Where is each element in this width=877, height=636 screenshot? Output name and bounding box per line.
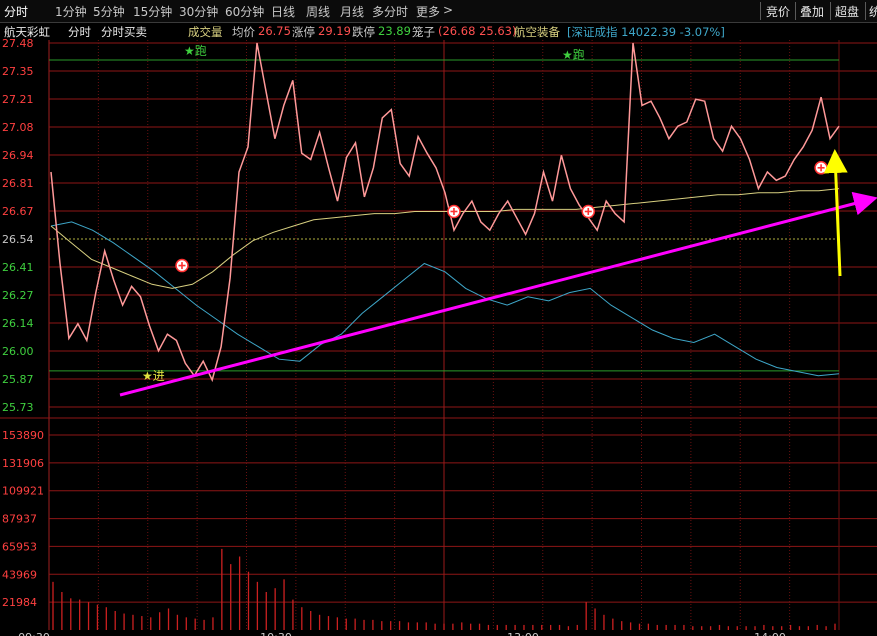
enter-marker: ★进 xyxy=(142,369,165,383)
price-tick-label: 26.67 xyxy=(2,205,34,218)
price-tick-label: 27.08 xyxy=(2,121,34,134)
price-tick-label: 25.73 xyxy=(2,401,34,414)
volume-tick-label: 87937 xyxy=(2,513,37,526)
price-tick-label: 26.54 xyxy=(2,233,34,246)
run-marker: ★跑 xyxy=(184,44,207,58)
time-axis-label: 13:00 xyxy=(507,631,539,636)
volume-tick-label: 153890 xyxy=(2,429,44,442)
price-tick-label: 26.27 xyxy=(2,289,34,302)
volume-tick-label: 109921 xyxy=(2,485,44,498)
volume-tick-label: 43969 xyxy=(2,568,37,581)
volume-tick-label: 65953 xyxy=(2,540,37,553)
index-series-line xyxy=(50,221,840,377)
intraday-chart: 27.48 27.35 27.21 27.08 26.94 26.81 26.67 26.54… xyxy=(0,37,877,636)
run-marker: ★跑 xyxy=(562,48,585,62)
time-axis-label: 14:00 xyxy=(754,631,786,636)
price-tick-label: 26.94 xyxy=(2,149,34,162)
trend-arrow xyxy=(119,191,877,397)
price-tick-label: 26.41 xyxy=(2,261,34,274)
price-tick-label: 26.14 xyxy=(2,317,34,330)
price-tick-label: 27.21 xyxy=(2,93,34,106)
price-tick-label: 27.35 xyxy=(2,65,34,78)
price-tick-label: 26.00 xyxy=(2,345,34,358)
time-axis-label: 09:30 xyxy=(18,631,50,636)
price-tick-label: 25.87 xyxy=(2,373,34,386)
volume-tick-label: 131906 xyxy=(2,457,44,470)
time-axis-label: 10:30 xyxy=(260,631,292,636)
volume-tick-label: 21984 xyxy=(2,596,37,609)
price-tick-label: 27.48 xyxy=(2,37,34,50)
price-tick-label: 26.81 xyxy=(2,177,34,190)
